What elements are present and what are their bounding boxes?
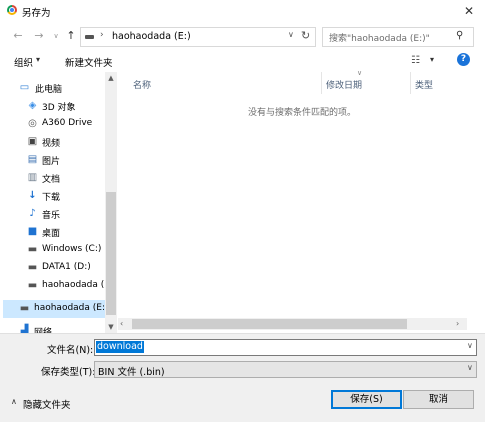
filetype-value: BIN 文件 (.bin) (98, 367, 165, 378)
pictures-icon: ▤ (27, 154, 38, 165)
scrollbar-thumb[interactable] (106, 192, 116, 315)
sidebar-item-music[interactable]: ♪ 音乐 (3, 205, 117, 223)
sidebar-item-windows-c[interactable]: ▬ Windows (C:) (3, 241, 117, 259)
sidebar-item-label: A360 Drive (42, 118, 93, 128)
scroll-down-icon[interactable]: ▼ (105, 321, 117, 333)
chevron-down-icon[interactable]: ∨ (467, 363, 473, 372)
close-icon: ✕ (463, 4, 475, 18)
filetype-select[interactable]: BIN 文件 (.bin) ∨ (94, 361, 477, 378)
filename-label: 文件名(N): (47, 345, 94, 356)
column-header-name[interactable]: 名称 (133, 78, 151, 91)
scroll-right-icon[interactable]: › (456, 318, 459, 330)
file-list-scrollbar[interactable] (467, 72, 479, 320)
network-icon: ▟ (20, 325, 29, 334)
sidebar-item-this-pc[interactable]: ▭ 此电脑 (3, 79, 117, 97)
column-header-type[interactable]: 类型 (415, 78, 433, 91)
sidebar-item-pictures[interactable]: ▤ 图片 (3, 151, 117, 169)
address-bar[interactable]: › haohaodada (E:) ∨ ↻ (80, 27, 316, 47)
horizontal-scrollbar[interactable]: ‹ › (118, 318, 467, 330)
breadcrumb-separator: › (100, 30, 104, 40)
scroll-left-icon[interactable]: ‹ (120, 318, 123, 330)
sidebar-item-desktop[interactable]: ■ 桌面 (3, 223, 117, 241)
sidebar-item-label: 桌面 (42, 229, 61, 239)
drive-icon (85, 35, 94, 39)
chevron-down-icon[interactable]: ∨ (288, 30, 294, 39)
back-arrow-icon: ← (13, 29, 23, 42)
cancel-button[interactable]: 取消 (403, 390, 474, 409)
sidebar-item-label: DATA1 (D:) (42, 262, 91, 272)
window-title: 另存为 (22, 8, 51, 19)
filename-input[interactable]: download ∨ (94, 339, 477, 356)
new-folder-button[interactable]: 新建文件夹 (65, 55, 113, 69)
desktop-icon: ■ (27, 226, 38, 237)
chevron-down-icon[interactable]: ∨ (467, 341, 473, 350)
drive-icon: ▬ (27, 280, 38, 291)
download-icon: ↓ (28, 190, 37, 201)
windows-drive-icon: ▬ (27, 244, 38, 255)
music-icon: ♪ (29, 208, 36, 219)
sidebar-item-label: 此电脑 (35, 85, 63, 95)
empty-message: 没有与搜索条件匹配的项。 (248, 108, 357, 118)
triangle-down-icon[interactable]: ▾ (430, 55, 434, 64)
drive-icon: ▬ (27, 262, 38, 273)
address-path[interactable]: haohaodada (E:) (112, 31, 191, 42)
sidebar-item-label: haohaodada (E:) (34, 303, 109, 313)
search-placeholder: 搜索"haohaodada (E:)" (329, 34, 430, 44)
filetype-label: 保存类型(T): (41, 367, 96, 378)
up-button[interactable]: ↑ (65, 29, 77, 43)
scrollbar-thumb[interactable] (132, 319, 407, 329)
view-options-icon[interactable]: ☷ (411, 55, 420, 66)
column-header-modified[interactable]: 修改日期 (326, 78, 362, 91)
sidebar-item-videos[interactable]: ▣ 视频 (3, 133, 117, 151)
video-icon: ▣ (27, 136, 38, 147)
column-divider[interactable] (410, 72, 411, 94)
a360-drive-icon: ◎ (28, 118, 37, 129)
sidebar-item-label: 文档 (42, 175, 61, 185)
sort-chevron-icon: ∨ (357, 69, 363, 77)
sidebar-item-label: 音乐 (42, 211, 61, 221)
scroll-up-icon[interactable]: ▲ (105, 72, 117, 84)
title-bar (0, 0, 485, 22)
sidebar-item-label: 图片 (42, 157, 61, 167)
search-input[interactable]: 搜索"haohaodada (E:)" ⚲ (322, 27, 474, 47)
sidebar-item-label: 3D 对象 (42, 103, 76, 113)
sidebar-item-haohaodada-e-selected[interactable]: ▬ haohaodada (E:) (3, 300, 117, 318)
back-button[interactable]: ← (12, 29, 24, 43)
sidebar-item-haohaodada-e[interactable]: ▬ haohaodada (E (3, 277, 117, 295)
sidebar-item-label: 下载 (42, 193, 61, 203)
organize-button[interactable]: 组织 (14, 55, 33, 69)
help-icon[interactable]: ? (457, 53, 470, 66)
navigation-scrollbar[interactable]: ▲ ▼ (105, 72, 117, 333)
up-arrow-icon: ↑ (66, 29, 76, 42)
3d-objects-icon: ◈ (28, 100, 37, 111)
sidebar-item-documents[interactable]: ▥ 文档 (3, 169, 117, 187)
column-divider[interactable] (321, 72, 322, 94)
computer-icon: ▭ (19, 82, 30, 93)
navigation-pane[interactable]: ▭ 此电脑 ◈ 3D 对象 ◎ A360 Drive ▣ 视频 ▤ 图片 ▥ 文… (3, 72, 117, 333)
refresh-icon[interactable]: ↻ (301, 29, 310, 42)
sidebar-item-label: Windows (C:) (42, 244, 102, 254)
sidebar-item-label: 视频 (42, 139, 61, 149)
sidebar-item-downloads[interactable]: ↓ 下载 (3, 187, 117, 205)
documents-icon: ▥ (27, 172, 38, 183)
recent-dropdown[interactable]: ∨ (50, 29, 62, 43)
close-button[interactable]: ✕ (460, 2, 478, 20)
search-icon[interactable]: ⚲ (456, 30, 463, 41)
chevron-up-icon[interactable]: ∧ (11, 397, 17, 406)
drive-icon: ▬ (19, 303, 30, 314)
sidebar-item-label: 网络 (34, 328, 53, 333)
forward-button[interactable]: → (33, 29, 45, 43)
forward-arrow-icon: → (34, 29, 44, 42)
sidebar-item-3d-objects[interactable]: ◈ 3D 对象 (3, 97, 117, 115)
chrome-icon (7, 5, 17, 15)
sidebar-item-data1-d[interactable]: ▬ DATA1 (D:) (3, 259, 117, 277)
triangle-down-icon[interactable]: ▾ (36, 55, 40, 64)
sidebar-item-a360-drive[interactable]: ◎ A360 Drive (3, 115, 117, 133)
hide-folders-toggle[interactable]: 隐藏文件夹 (23, 397, 71, 411)
sidebar-item-label: haohaodada (E (42, 280, 110, 290)
filename-value[interactable]: download (96, 341, 144, 353)
save-button[interactable]: 保存(S) (331, 390, 402, 409)
sidebar-item-network[interactable]: ▟ 网络 (3, 322, 117, 334)
